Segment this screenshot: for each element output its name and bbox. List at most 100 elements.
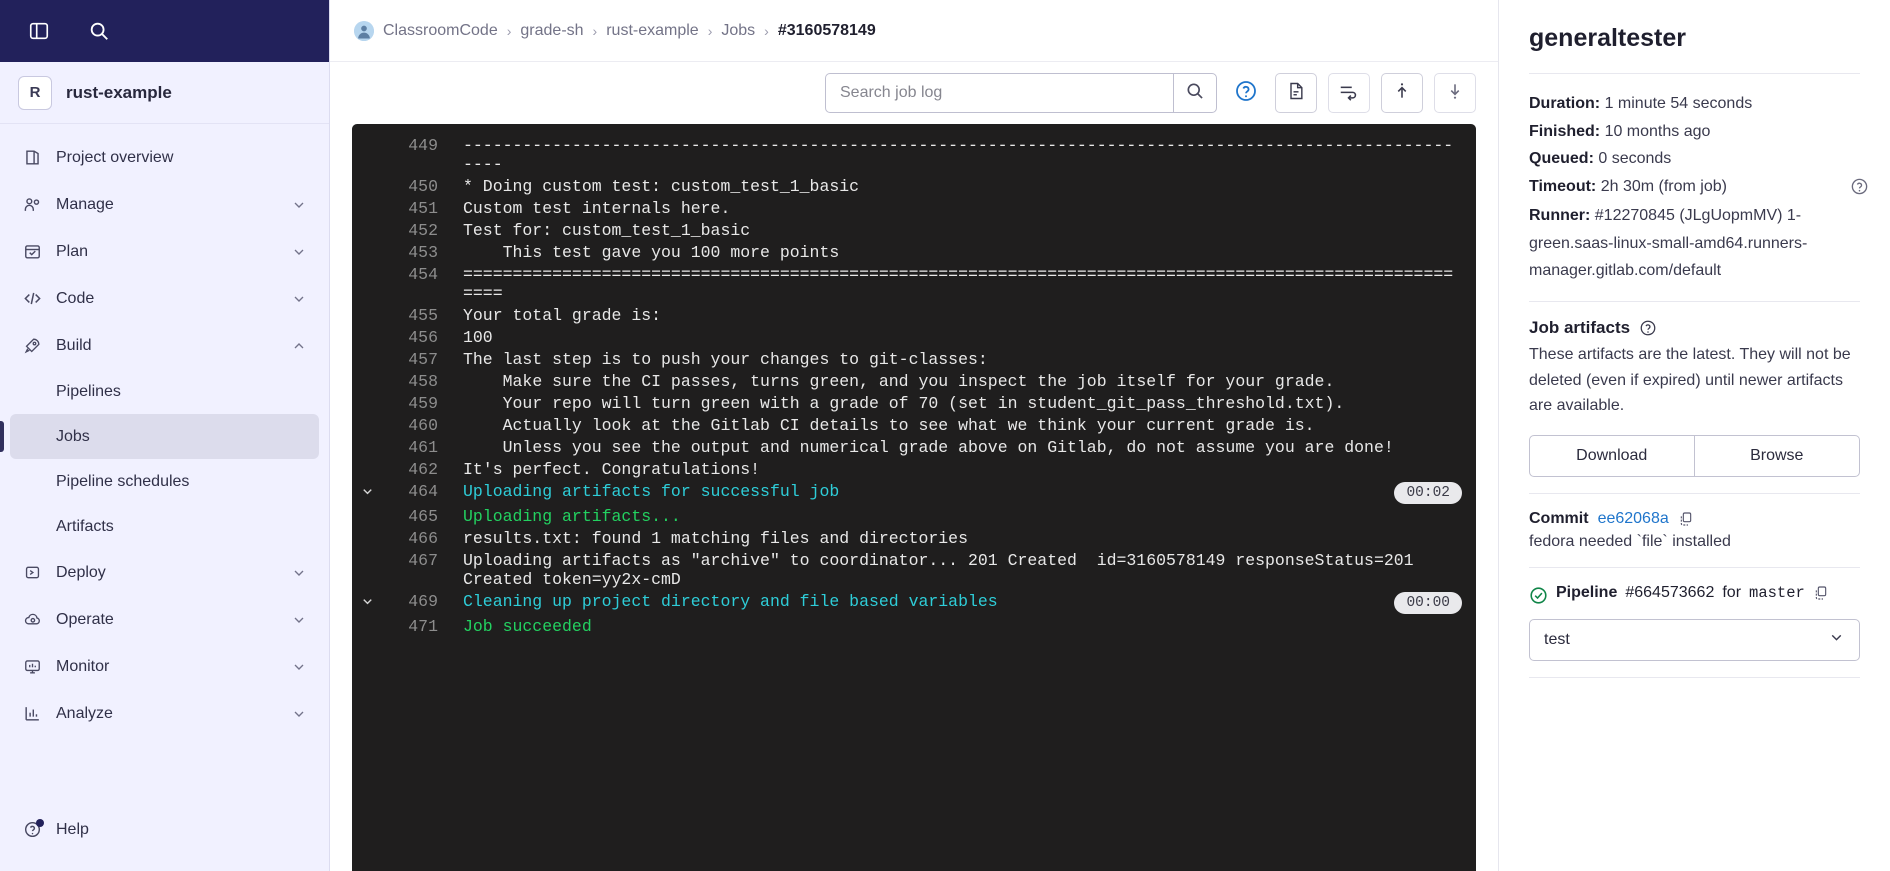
sidebar-item-label: Analyze bbox=[56, 705, 277, 723]
pipeline-for-text: for bbox=[1722, 584, 1741, 602]
log-line-number[interactable]: 461 bbox=[382, 438, 438, 457]
log-line-text: 100 bbox=[438, 328, 1462, 347]
log-line-number[interactable]: 464 bbox=[382, 482, 438, 501]
search-submit-button[interactable] bbox=[1173, 73, 1217, 113]
job-detail-queued: Queued: 0 seconds bbox=[1529, 145, 1860, 173]
detail-value: 10 months ago bbox=[1605, 123, 1711, 140]
chevron-down-icon bbox=[291, 565, 307, 581]
breadcrumb-item-rust-example[interactable]: rust-example bbox=[606, 22, 698, 40]
log-line: 455Your total grade is: bbox=[352, 304, 1476, 326]
log-line-number[interactable]: 458 bbox=[382, 372, 438, 391]
log-line-number[interactable]: 471 bbox=[382, 617, 438, 636]
log-line-number[interactable]: 457 bbox=[382, 350, 438, 369]
log-line-gutter bbox=[352, 617, 382, 619]
sidebar-item-help[interactable]: Help bbox=[10, 806, 319, 853]
log-line: 454=====================================… bbox=[352, 263, 1476, 304]
log-line-gutter bbox=[352, 460, 382, 462]
log-help-button[interactable] bbox=[1231, 78, 1261, 108]
copy-icon[interactable] bbox=[1813, 584, 1829, 602]
breadcrumb: ClassroomCode › grade-sh › rust-example … bbox=[330, 0, 1498, 62]
log-line-gutter bbox=[352, 177, 382, 179]
log-line-gutter bbox=[352, 221, 382, 223]
sidebar-item-jobs[interactable]: Jobs bbox=[10, 414, 319, 459]
sidebar-item-analyze[interactable]: Analyze bbox=[10, 690, 319, 737]
sidebar-item-label: Project overview bbox=[56, 149, 307, 167]
code-icon bbox=[22, 289, 42, 309]
log-line-number[interactable]: 460 bbox=[382, 416, 438, 435]
section-title: Job artifacts bbox=[1529, 318, 1630, 338]
scroll-to-top-button[interactable] bbox=[1381, 73, 1423, 113]
scroll-to-bottom-button[interactable] bbox=[1434, 73, 1476, 113]
chevron-down-icon bbox=[291, 612, 307, 628]
log-line: 456100 bbox=[352, 326, 1476, 348]
search-input[interactable] bbox=[825, 73, 1173, 113]
chevron-down-icon bbox=[1828, 629, 1845, 651]
sidebar-toggle-icon[interactable] bbox=[20, 12, 58, 50]
sidebar-item-build[interactable]: Build bbox=[10, 322, 319, 369]
job-detail-runner: Runner: #12270845 (JLgUopmMV) 1-green.sa… bbox=[1529, 202, 1860, 285]
sidebar-item-artifacts[interactable]: Artifacts bbox=[10, 504, 319, 549]
log-line-number[interactable]: 466 bbox=[382, 529, 438, 548]
log-line-number[interactable]: 451 bbox=[382, 199, 438, 218]
copy-icon[interactable] bbox=[1678, 510, 1694, 528]
sidebar-header bbox=[0, 0, 329, 62]
users-icon bbox=[22, 195, 42, 215]
timeout-help-icon[interactable] bbox=[1850, 177, 1868, 195]
sidebar-item-project-overview[interactable]: Project overview bbox=[10, 134, 319, 181]
soft-wrap-button[interactable] bbox=[1328, 73, 1370, 113]
download-artifacts-button[interactable]: Download bbox=[1529, 435, 1695, 477]
help-circle-icon[interactable] bbox=[1639, 319, 1657, 337]
sidebar-item-label: Deploy bbox=[56, 564, 277, 582]
breadcrumb-item-grade-sh[interactable]: grade-sh bbox=[520, 22, 583, 40]
sidebar-item-pipeline-schedules[interactable]: Pipeline schedules bbox=[10, 459, 319, 504]
job-log[interactable]: 449-------------------------------------… bbox=[352, 124, 1476, 871]
detail-value: 0 seconds bbox=[1598, 150, 1671, 167]
log-line: 452Test for: custom_test_1_basic bbox=[352, 219, 1476, 241]
log-line-number[interactable]: 454 bbox=[382, 265, 438, 284]
pipeline-row: Pipeline #664573662 for master bbox=[1529, 584, 1860, 605]
sidebar-item-plan[interactable]: Plan bbox=[10, 228, 319, 275]
log-line: 465Uploading artifacts... bbox=[352, 505, 1476, 527]
sidebar-item-manage[interactable]: Manage bbox=[10, 181, 319, 228]
raw-log-icon bbox=[1286, 81, 1306, 106]
commit-sha-link[interactable]: ee62068a bbox=[1598, 510, 1669, 528]
pipeline-branch: master bbox=[1749, 584, 1805, 602]
gitlab-job-page: R rust-example Project overview bbox=[0, 0, 1890, 871]
sidebar-item-pipelines[interactable]: Pipelines bbox=[10, 369, 319, 414]
browse-artifacts-button[interactable]: Browse bbox=[1695, 435, 1861, 477]
log-line-number[interactable]: 449 bbox=[382, 136, 438, 155]
sidebar-item-code[interactable]: Code bbox=[10, 275, 319, 322]
log-line-number[interactable]: 456 bbox=[382, 328, 438, 347]
log-line-gutter bbox=[352, 328, 382, 330]
pipeline-id-link[interactable]: #664573662 bbox=[1625, 584, 1714, 602]
sidebar-item-deploy[interactable]: Deploy bbox=[10, 549, 319, 596]
stage-select[interactable]: test bbox=[1529, 619, 1860, 661]
breadcrumb-item-classroomcode[interactable]: ClassroomCode bbox=[383, 22, 498, 40]
log-section-collapse-icon[interactable] bbox=[352, 592, 382, 614]
log-line-number[interactable]: 462 bbox=[382, 460, 438, 479]
chevron-up-icon bbox=[291, 338, 307, 354]
log-section-collapse-icon[interactable] bbox=[352, 482, 382, 504]
log-line-text: Job succeeded bbox=[438, 617, 1462, 636]
log-line-number[interactable]: 459 bbox=[382, 394, 438, 413]
log-line-number[interactable]: 453 bbox=[382, 243, 438, 262]
job-artifacts-heading: Job artifacts bbox=[1529, 318, 1860, 338]
log-line-number[interactable]: 467 bbox=[382, 551, 438, 570]
project-name: rust-example bbox=[66, 83, 172, 103]
log-line-number[interactable]: 469 bbox=[382, 592, 438, 611]
search-icon[interactable] bbox=[80, 12, 118, 50]
log-line-number[interactable]: 465 bbox=[382, 507, 438, 526]
breadcrumb-item-jobs[interactable]: Jobs bbox=[721, 22, 755, 40]
project-header[interactable]: R rust-example bbox=[0, 62, 329, 124]
sidebar-item-monitor[interactable]: Monitor bbox=[10, 643, 319, 690]
sidebar-item-label: Monitor bbox=[56, 658, 277, 676]
log-line-text: ----------------------------------------… bbox=[438, 136, 1462, 174]
sidebar-item-operate[interactable]: Operate bbox=[10, 596, 319, 643]
log-line-number[interactable]: 455 bbox=[382, 306, 438, 325]
job-log-container: 449-------------------------------------… bbox=[330, 62, 1498, 871]
raw-log-button[interactable] bbox=[1275, 73, 1317, 113]
log-line-number[interactable]: 452 bbox=[382, 221, 438, 240]
divider bbox=[1529, 493, 1860, 494]
log-line-number[interactable]: 450 bbox=[382, 177, 438, 196]
log-section-duration: 00:02 bbox=[1394, 482, 1462, 504]
